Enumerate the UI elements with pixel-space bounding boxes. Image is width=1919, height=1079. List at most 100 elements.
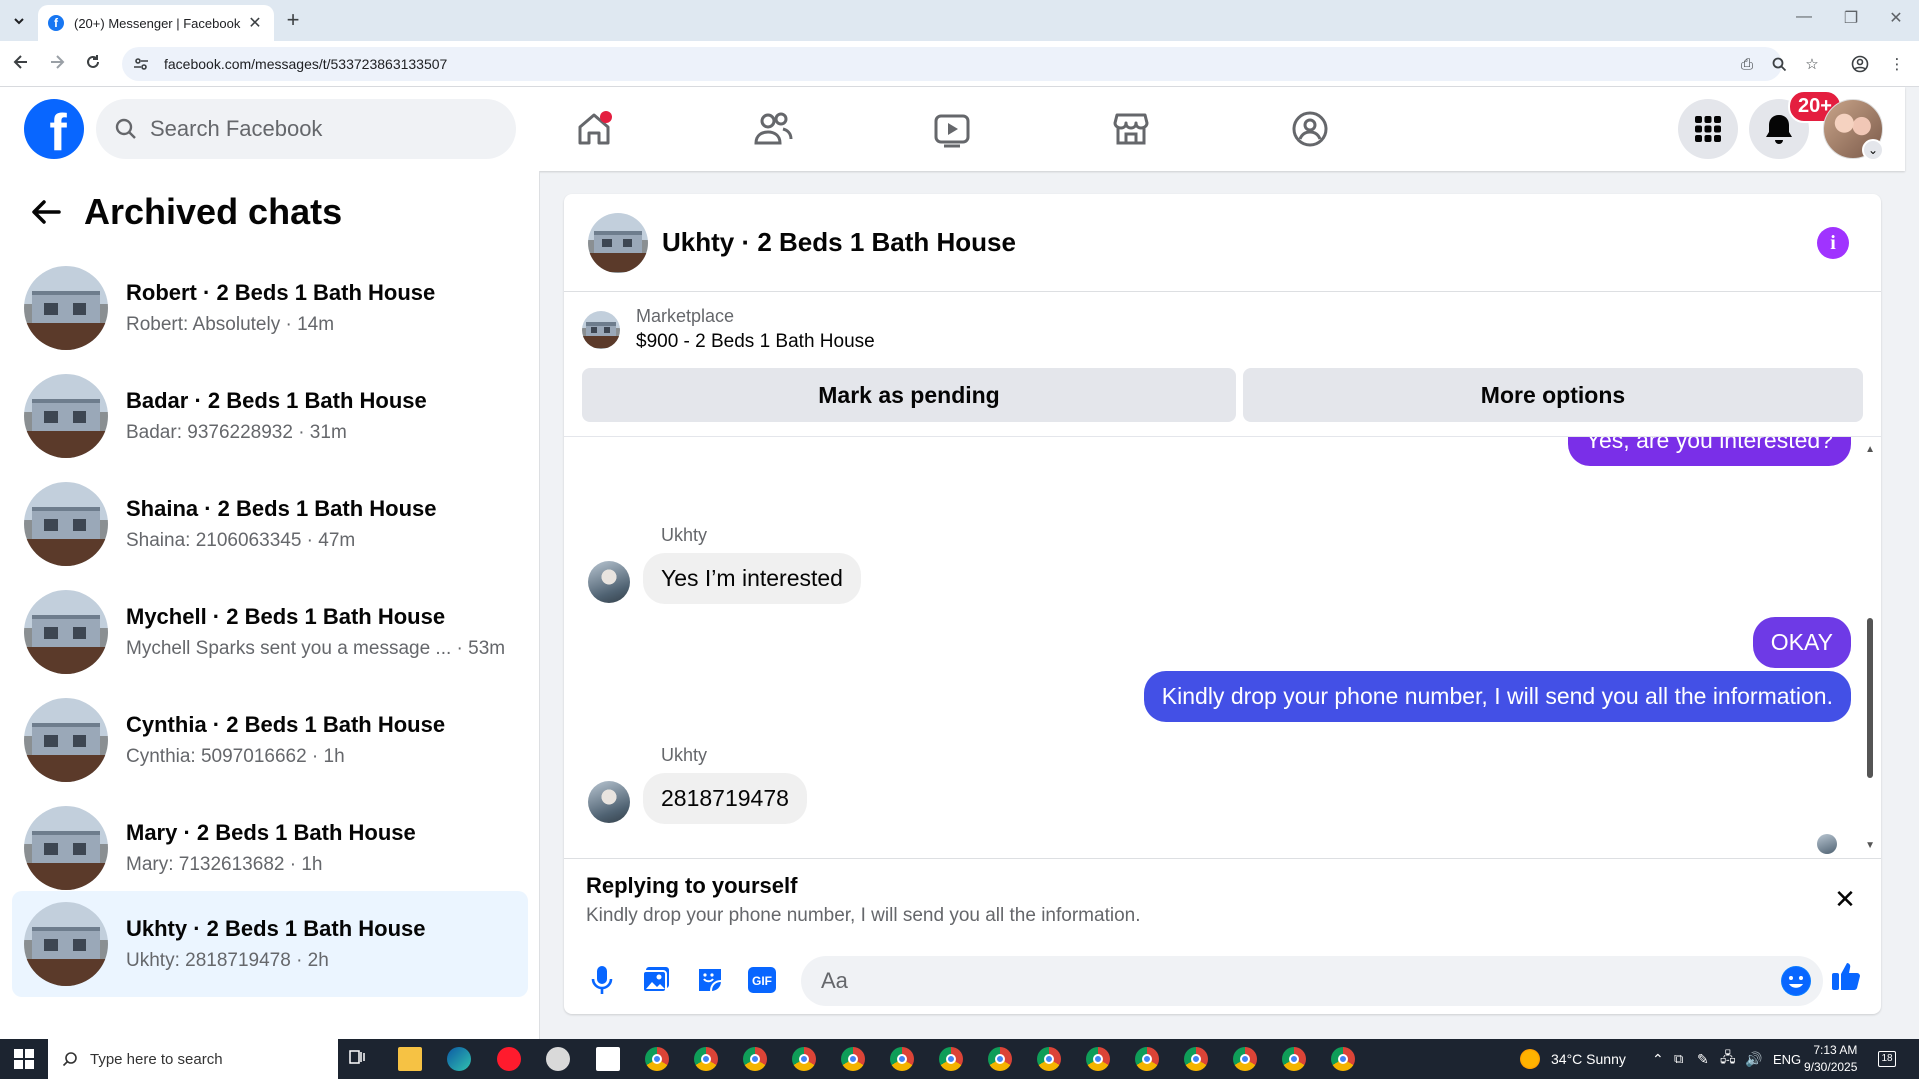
conversation-avatar[interactable] xyxy=(588,212,648,273)
chat-item-cynthia[interactable]: Cynthia · 2 Beds 1 Bath House Cynthia: 50… xyxy=(12,687,528,793)
message-outgoing[interactable]: Kindly drop your phone number, I will se… xyxy=(1143,671,1851,722)
chrome-icon[interactable] xyxy=(1233,1047,1257,1071)
chat-item-mary[interactable]: Mary · 2 Beds 1 Bath House Mary: 71326136… xyxy=(12,795,528,901)
facebook-logo[interactable]: f xyxy=(24,99,84,159)
message-input[interactable] xyxy=(821,968,1761,994)
gif-icon[interactable]: GIF xyxy=(746,964,778,996)
more-options-button[interactable]: More options xyxy=(1243,368,1863,422)
listing-thumbnail xyxy=(582,310,620,349)
tray-chevron-up-icon[interactable]: ⌃ xyxy=(1652,1039,1664,1079)
chrome-icon[interactable] xyxy=(1282,1047,1306,1071)
opera-icon[interactable] xyxy=(497,1047,521,1071)
chrome-icon[interactable] xyxy=(1135,1047,1159,1071)
forward-arrow-icon[interactable] xyxy=(46,53,68,75)
pen-icon[interactable]: ✎ xyxy=(1697,1039,1709,1079)
chat-preview: Cynthia: 5097016662 · 1h xyxy=(126,746,345,767)
chrome-icon[interactable] xyxy=(694,1047,718,1071)
emoji-icon[interactable] xyxy=(1781,966,1811,996)
chat-item-ukhty[interactable]: Ukhty · 2 Beds 1 Bath House Ukhty: 281871… xyxy=(12,891,528,997)
message-input-box[interactable] xyxy=(801,956,1823,1006)
browser-menu-icon[interactable]: ⋮ xyxy=(1888,55,1906,73)
back-arrow-icon[interactable] xyxy=(10,53,32,75)
profile-icon[interactable] xyxy=(1851,55,1869,73)
zoom-icon[interactable] xyxy=(1770,55,1788,73)
taskbar-clock[interactable]: 7:13 AM 9/30/2025 xyxy=(1804,1042,1857,1076)
taskbar-search[interactable]: Type here to search xyxy=(48,1039,338,1079)
tab-close-icon[interactable]: ✕ xyxy=(246,13,264,33)
chat-item-shaina[interactable]: Shaina · 2 Beds 1 Bath House Shaina: 2106… xyxy=(12,471,528,577)
archived-chats-sidebar: Archived chats Robert · 2 Beds 1 Bath Ho… xyxy=(0,171,540,1039)
address-bar[interactable]: facebook.com/messages/t/533723863133507 xyxy=(122,47,1782,81)
home-icon[interactable] xyxy=(568,103,620,155)
like-icon[interactable] xyxy=(1830,960,1862,992)
sender-avatar[interactable] xyxy=(588,781,630,823)
close-reply-icon[interactable]: ✕ xyxy=(1831,884,1859,914)
notification-center-icon[interactable]: 18 xyxy=(1878,1039,1896,1079)
marketplace-listing[interactable]: Marketplace $900 - 2 Beds 1 Bath House xyxy=(582,306,875,353)
restore-icon[interactable]: ❐ xyxy=(1831,8,1871,28)
chrome-icon[interactable] xyxy=(792,1047,816,1071)
chat-item-badar[interactable]: Badar · 2 Beds 1 Bath House Badar: 937622… xyxy=(12,363,528,469)
menu-grid-icon[interactable] xyxy=(1678,99,1738,159)
groups-icon[interactable] xyxy=(1284,103,1336,155)
windows-start-icon[interactable] xyxy=(14,1049,34,1069)
message-list[interactable]: Yes, are you interested? Ukhty Yes I’m i… xyxy=(564,436,1881,856)
scroll-down-icon[interactable]: ▼ xyxy=(1865,840,1875,851)
message-incoming[interactable]: 2818719478 xyxy=(643,773,807,824)
tab-title: (20+) Messenger | Facebook xyxy=(74,15,241,31)
video-icon[interactable] xyxy=(926,103,978,155)
site-info-icon[interactable] xyxy=(132,55,150,73)
sticker-icon[interactable] xyxy=(694,964,726,996)
chrome-icon[interactable] xyxy=(939,1047,963,1071)
weather-text[interactable]: 34°C Sunny xyxy=(1551,1039,1626,1079)
chat-item-robert[interactable]: Robert · 2 Beds 1 Bath House Robert: Abso… xyxy=(12,255,528,361)
message-incoming[interactable]: Yes I’m interested xyxy=(643,553,861,604)
language-indicator[interactable]: ENG xyxy=(1773,1039,1801,1079)
weather-sun-icon[interactable] xyxy=(1520,1049,1540,1069)
browser-tab[interactable]: f (20+) Messenger | Facebook ✕ xyxy=(38,5,274,41)
chrome-icon[interactable] xyxy=(890,1047,914,1071)
chrome-icon[interactable] xyxy=(988,1047,1012,1071)
volume-icon[interactable]: 🔊 xyxy=(1745,1039,1762,1079)
install-app-icon[interactable]: ⎙ xyxy=(1738,55,1756,73)
chrome-icon[interactable] xyxy=(1037,1047,1061,1071)
chrome-icon[interactable] xyxy=(841,1047,865,1071)
photo-icon[interactable] xyxy=(640,964,672,996)
network-icon[interactable]: 🖧 xyxy=(1720,1039,1736,1079)
app-icon[interactable] xyxy=(546,1047,570,1071)
window-close-icon[interactable]: ✕ xyxy=(1876,8,1916,28)
tray-app-icon[interactable]: ⧉ xyxy=(1674,1039,1683,1079)
scrollbar-thumb[interactable] xyxy=(1867,618,1873,778)
chrome-icon[interactable] xyxy=(645,1047,669,1071)
mark-as-pending-button[interactable]: Mark as pending xyxy=(582,368,1236,422)
sender-avatar[interactable] xyxy=(588,561,630,603)
file-explorer-icon[interactable] xyxy=(398,1047,422,1071)
back-arrow-icon[interactable] xyxy=(28,194,64,230)
info-icon[interactable]: i xyxy=(1817,227,1849,259)
search-input[interactable] xyxy=(150,116,490,142)
bookmark-star-icon[interactable]: ☆ xyxy=(1803,55,1821,73)
chat-item-mychell[interactable]: Mychell · 2 Beds 1 Bath House Mychell Spa… xyxy=(12,579,528,685)
microphone-icon[interactable] xyxy=(586,964,618,996)
tab-search-chevron-icon[interactable] xyxy=(8,10,30,32)
chrome-icon[interactable] xyxy=(1331,1047,1355,1071)
task-view-icon[interactable] xyxy=(348,1047,372,1071)
conversation-title[interactable]: Ukhty · 2 Beds 1 Bath House xyxy=(662,227,1016,258)
chrome-icon[interactable] xyxy=(1086,1047,1110,1071)
new-tab-button[interactable]: + xyxy=(281,9,305,33)
message-outgoing[interactable]: Yes, are you interested? xyxy=(1567,437,1851,466)
notepad-icon[interactable] xyxy=(596,1047,620,1071)
chrome-icon[interactable] xyxy=(743,1047,767,1071)
minimize-icon[interactable]: — xyxy=(1784,8,1824,26)
facebook-search[interactable] xyxy=(96,99,516,159)
edge-icon[interactable] xyxy=(447,1047,471,1071)
account-chevron-down-icon[interactable]: ⌄ xyxy=(1862,139,1884,161)
reload-icon[interactable] xyxy=(82,53,104,75)
reply-title: Replying to yourself xyxy=(586,873,798,898)
friends-icon[interactable] xyxy=(747,103,799,155)
sidebar-header: Archived chats xyxy=(28,191,342,233)
message-outgoing[interactable]: OKAY xyxy=(1752,617,1851,668)
chrome-icon[interactable] xyxy=(1184,1047,1208,1071)
marketplace-icon[interactable] xyxy=(1105,103,1157,155)
scroll-up-icon[interactable]: ▲ xyxy=(1865,444,1875,455)
